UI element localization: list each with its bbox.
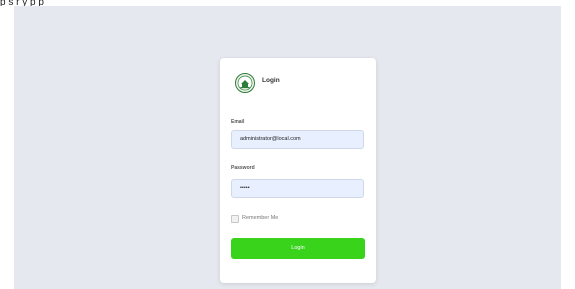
password-label: Password (231, 165, 255, 171)
password-field[interactable]: ••••• (231, 179, 364, 198)
page-background: Login Email administrator@local.com Pass… (14, 6, 561, 289)
email-field[interactable]: administrator@local.com (231, 130, 364, 149)
login-title: Login (262, 77, 280, 84)
remember-me-checkbox[interactable] (231, 215, 239, 223)
remember-me-label[interactable]: Remember Me (242, 215, 278, 221)
seal-logo-icon (235, 73, 255, 93)
login-card: Login Email administrator@local.com Pass… (220, 58, 376, 283)
login-button[interactable]: Login (231, 238, 365, 259)
email-label: Email (231, 119, 245, 125)
